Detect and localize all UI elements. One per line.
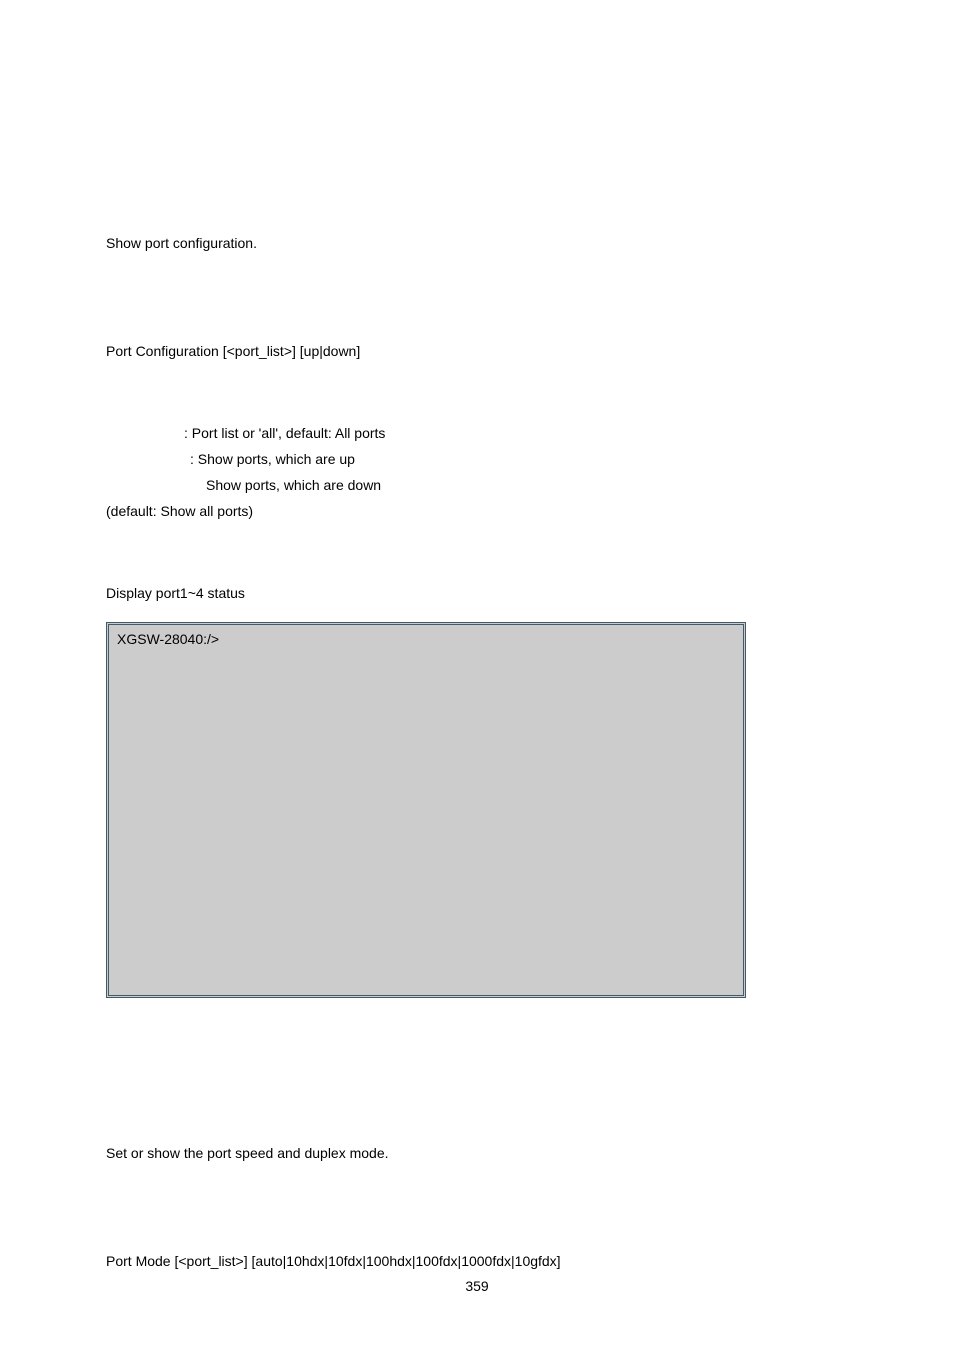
terminal-output: XGSW-28040:/>: [106, 622, 746, 998]
param-1: : Port list or 'all', default: All ports: [106, 420, 781, 446]
param-2: : Show ports, which are up: [106, 446, 781, 472]
syntax-2: Port Mode [<port_list>] [auto|10hdx|10fd…: [106, 1248, 781, 1274]
terminal-prompt: XGSW-28040:/>: [117, 631, 219, 647]
syntax-1: Port Configuration [<port_list>] [up|dow…: [106, 338, 781, 364]
param-3: Show ports, which are down: [106, 472, 781, 498]
default-text: (default: Show all ports): [106, 498, 781, 524]
example-desc: Display port1~4 status: [106, 580, 781, 606]
description-1: Show port configuration.: [106, 230, 781, 256]
description-2: Set or show the port speed and duplex mo…: [106, 1140, 781, 1166]
page-number: 359: [0, 1278, 954, 1294]
